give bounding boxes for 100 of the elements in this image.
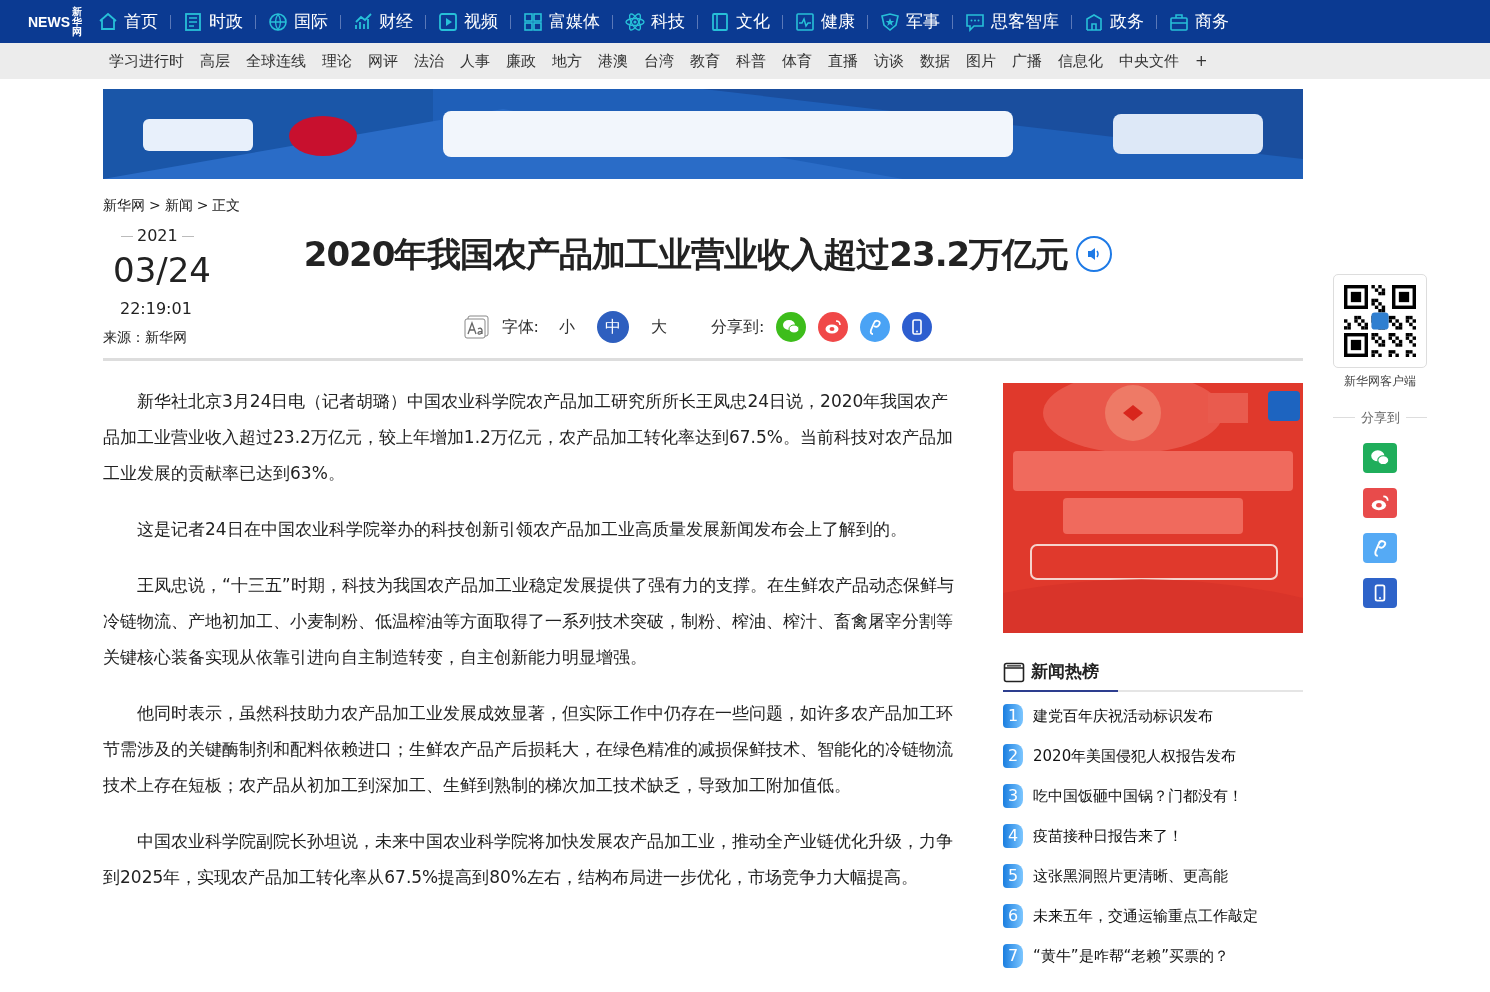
logo-mark: NEWS <box>28 14 70 29</box>
headline-text: 疫苗接种日报告来了！ <box>1033 826 1183 848</box>
nav-link[interactable]: 首页 <box>98 8 158 35</box>
building-icon <box>1084 11 1104 32</box>
subnav-link[interactable]: 广播 <box>1012 49 1042 73</box>
headline-text: 吃中国饭砸中国锅？门都没有！ <box>1033 786 1243 808</box>
section-heading: 新闻热榜 <box>1031 659 1099 683</box>
share-button[interactable] <box>1363 532 1397 563</box>
share-button[interactable] <box>818 311 849 342</box>
breadcrumb-link[interactable]: 新闻 <box>164 195 193 216</box>
logo-name: 新华网 <box>72 6 83 37</box>
nav-link[interactable]: 科技 <box>625 8 685 35</box>
chart-icon <box>353 11 373 32</box>
rank-badge: 7 <box>1003 944 1023 969</box>
subnav-link[interactable]: 科普 <box>736 49 766 73</box>
breadcrumb-separator: > <box>196 196 209 215</box>
heart-monitor-icon <box>795 11 815 32</box>
headline-text: 未来五年，交通运输重点工作敲定 <box>1033 906 1258 928</box>
share-button[interactable] <box>776 311 807 342</box>
subnav-link[interactable]: 中央文件 <box>1119 49 1179 73</box>
headline-text: “黄牛”是咋帮“老赖”买票的？ <box>1033 946 1230 968</box>
window-icon <box>1003 660 1025 683</box>
subnav-link[interactable]: 高层 <box>200 49 230 73</box>
subnav-link[interactable]: 数据 <box>920 49 950 73</box>
nav-link[interactable]: 思客智库 <box>965 8 1059 35</box>
subnav-link[interactable]: 廉政 <box>506 49 536 73</box>
date-day: 03/24 <box>103 250 223 291</box>
article-paragraph: 王凤忠说，“十三五”时期，科技为我国农产品加工业稳定发展提供了强有力的支撑。在生鲜农产品动态保鲜与冷链物流、产地初加工、小麦制粉、低温榨油等方面取得了一系列技术突破，制粉、榨油、榨汁、畜禽屠宰分割等关键核心装备实现从依靠引进向自主制造转变，自主创新能力明显增强。 <box>103 573 955 669</box>
nav-link[interactable]: 时政 <box>183 8 243 35</box>
subnav-link[interactable]: 人事 <box>460 49 490 73</box>
headline-link[interactable]: 4 疫苗接种日报告来了！ <box>1003 816 1303 857</box>
briefcase-icon <box>1169 11 1189 32</box>
article-paragraph: 这是记者24日在中国农业科学院举办的科技创新引领农产品加工业高质量发展新闻发布会上了解到的。 <box>136 517 908 541</box>
share-button[interactable] <box>1363 577 1397 608</box>
headline-link[interactable]: 3 吃中国饭砸中国锅？门都没有！ <box>1003 776 1303 817</box>
subnav-link[interactable]: 访谈 <box>874 49 904 73</box>
publish-time: 22:19:01 <box>119 297 193 320</box>
nav-link[interactable]: 视频 <box>438 8 498 35</box>
subnav-link[interactable]: 信息化 <box>1058 49 1103 73</box>
subnav-link[interactable]: 教育 <box>690 49 720 73</box>
headline-link[interactable]: 6 未来五年，交通运输重点工作敲定 <box>1003 896 1303 937</box>
headline-text: 建党百年庆祝活动标识发布 <box>1033 706 1213 728</box>
share-label: 分享到: <box>711 315 765 338</box>
rank-badge: 6 <box>1003 904 1023 929</box>
share-button[interactable] <box>860 311 891 342</box>
subnav-link[interactable]: 直播 <box>828 49 858 73</box>
font-size-label: 字体: <box>501 315 539 338</box>
subnav-link[interactable]: 学习进行时 <box>109 49 184 73</box>
rank-badge: 2 <box>1003 744 1023 769</box>
nav-link[interactable]: 政务 <box>1084 8 1144 35</box>
nav-link[interactable]: 财经 <box>353 8 413 35</box>
nav-link[interactable]: 健康 <box>795 8 855 35</box>
subnav-link[interactable]: 台湾 <box>644 49 674 73</box>
date-year: 2021 <box>137 225 178 247</box>
rank-badge: 1 <box>1003 704 1023 729</box>
nav-link[interactable]: 军事 <box>880 8 940 35</box>
subnav-link[interactable]: 港澳 <box>598 49 628 73</box>
subnav-link[interactable]: 理论 <box>322 49 352 73</box>
font-size-option[interactable]: 大 <box>643 310 675 343</box>
headline-text: 2020年美国侵犯人权报告发布 <box>1033 746 1237 768</box>
subnav-link[interactable]: 地方 <box>552 49 582 73</box>
app-label: 新华网客户端 <box>1344 373 1416 390</box>
article-title: 2020年我国农产品加工业营业收入超过23.2万亿元 <box>303 234 1069 275</box>
article-paragraph: 他同时表示，虽然科技助力农产品加工业发展成效显著，但实际工作中仍存在一些问题，如许多农产品加工环节需涉及的关键酶制剂和配料依赖进口；生鲜农产品产后损耗大，在绿色精准的减损保鲜技术、智能化的冷链物流技术上存在短板；农产品从初加工到深加工、生鲜到熟制的梯次加工技术缺乏，导致加工附加值低。 <box>103 701 954 797</box>
rank-badge: 3 <box>1003 784 1023 809</box>
atom-icon <box>625 11 645 32</box>
source-label: 来源：新华网 <box>103 327 188 347</box>
breadcrumb-current: 正文 <box>212 196 241 215</box>
newspaper-icon <box>183 11 203 32</box>
breadcrumb-link[interactable]: 新华网 <box>103 195 145 216</box>
subnav-link[interactable]: 网评 <box>368 49 398 73</box>
subnav-link[interactable]: 体育 <box>782 49 812 73</box>
nav-link[interactable]: 文化 <box>710 8 770 35</box>
subnav-link[interactable]: 法治 <box>414 49 444 73</box>
headline-link[interactable]: 7 “黄牛”是咋帮“老赖”买票的？ <box>1003 936 1303 977</box>
font-size-icon <box>463 314 490 339</box>
share-button[interactable] <box>902 311 933 342</box>
rank-badge: 5 <box>1003 864 1023 889</box>
subnav-link[interactable]: + <box>1195 49 1208 73</box>
headline-link[interactable]: 5 这张黑洞照片更清晰、更高能 <box>1003 856 1303 897</box>
font-size-option[interactable]: 中 <box>597 310 629 343</box>
share-button[interactable] <box>1363 487 1397 518</box>
rank-badge: 4 <box>1003 824 1023 849</box>
shield-icon <box>880 11 900 32</box>
subnav-link[interactable]: 全球连线 <box>246 49 306 73</box>
share-button[interactable] <box>1363 442 1397 473</box>
nav-link[interactable]: 商务 <box>1169 8 1229 35</box>
audio-button[interactable] <box>1076 236 1113 273</box>
play-icon <box>438 11 458 32</box>
subnav-link[interactable]: 图片 <box>966 49 996 73</box>
book-icon <box>710 11 730 32</box>
breadcrumb-separator: > <box>149 196 161 215</box>
article-paragraph: 中国农业科学院副院长孙坦说，未来中国农业科学院将加快发展农产品加工业，推动全产业链优化升级，力争到2025年，实现农产品加工转化率从67.5%提高到80%左右，结构布局进一步优化，市场竞争力大幅提高。 <box>103 829 954 889</box>
font-size-option[interactable]: 小 <box>551 310 583 343</box>
nav-link[interactable]: 富媒体 <box>523 8 600 35</box>
headline-link[interactable]: 2 2020年美国侵犯人权报告发布 <box>1003 736 1303 777</box>
nav-link[interactable]: 国际 <box>268 8 328 35</box>
headline-link[interactable]: 1 建党百年庆祝活动标识发布 <box>1003 696 1303 737</box>
grid-icon <box>523 11 543 32</box>
article-paragraph: 新华社北京3月24日电（记者胡璐）中国农业科学院农产品加工研究所所长王凤忠24日说，2020年我国农产品加工业营业收入超过23.2万亿元，较上年增加1.2万亿元，农产品加工转化率达到67.5%。当前科技对农产品加工业发展的贡献率已达到63%。 <box>103 389 954 485</box>
